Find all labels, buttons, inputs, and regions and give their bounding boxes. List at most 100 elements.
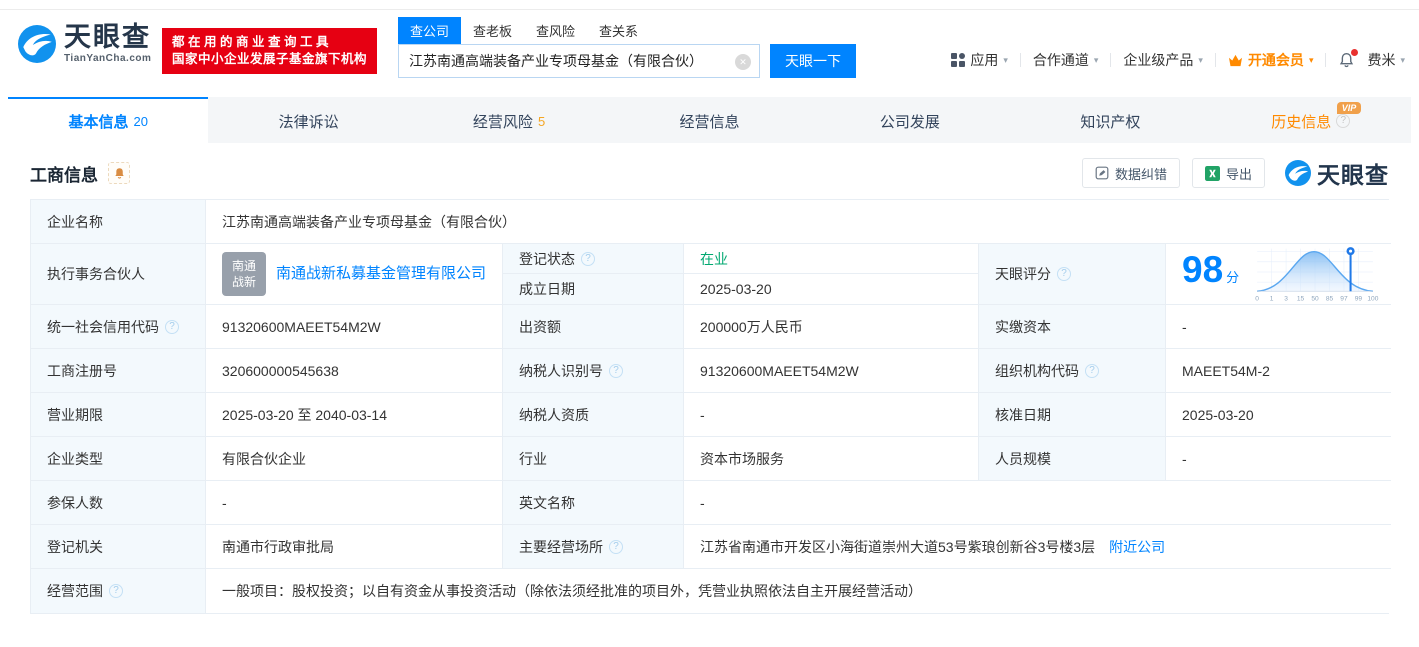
field-value: 2025-03-20 至 2040-03-14 bbox=[206, 393, 503, 437]
watermark-logo: 天眼查 bbox=[1285, 156, 1389, 190]
score-axis: 0 1 3 15 50 85 97 99 100 bbox=[1255, 295, 1378, 302]
monitor-bell-button[interactable] bbox=[108, 162, 130, 184]
search-tab[interactable]: 查老板 bbox=[461, 17, 524, 44]
search-button[interactable]: 天眼一下 bbox=[770, 44, 856, 78]
tab-history[interactable]: 历史信息 VIP? bbox=[1211, 97, 1411, 143]
brand-slogan-banner: 都在用的商业查询工具 国家中小企业发展子基金旗下机构 bbox=[162, 28, 378, 74]
field-value: - bbox=[206, 481, 503, 525]
site-logo[interactable]: 天眼查 TianYanCha.com bbox=[18, 24, 151, 64]
status-badge[interactable]: 在业 bbox=[700, 249, 728, 269]
chevron-down-icon: ▾ bbox=[1308, 54, 1314, 65]
field-label: 人员规模 bbox=[979, 437, 1166, 481]
partner-company-logo: 南通 战新 bbox=[222, 252, 266, 296]
field-label: 统一社会信用代码? bbox=[31, 305, 206, 349]
nav-user-menu[interactable]: 费米 ▾ bbox=[1367, 50, 1405, 70]
search-area: 查公司查老板查风险查关系 ✕ 天眼一下 bbox=[398, 17, 856, 78]
nav-vip-membership[interactable]: 开通会员 ▾ bbox=[1228, 50, 1314, 70]
correction-icon bbox=[1095, 166, 1109, 180]
field-label: 核准日期 bbox=[979, 393, 1166, 437]
nav-cooperation[interactable]: 合作通道 ▾ bbox=[1033, 50, 1099, 70]
field-label: 组织机构代码? bbox=[979, 349, 1166, 393]
nav-divider bbox=[1325, 53, 1327, 67]
tab-development[interactable]: 公司发展 bbox=[810, 97, 1010, 143]
field-value: - bbox=[1166, 437, 1392, 481]
nav-apps-label: 应用 bbox=[970, 52, 999, 68]
tab-operation[interactable]: 经营信息 bbox=[609, 97, 809, 143]
chevron-down-icon: ▾ bbox=[1003, 54, 1008, 65]
notification-dot bbox=[1351, 48, 1359, 56]
section-bar: 工商信息 数据纠错 导出 天眼查 bbox=[30, 157, 1389, 189]
search-tab[interactable]: 查风险 bbox=[524, 17, 587, 44]
field-value: 有限合伙企业 bbox=[206, 437, 503, 481]
tab-legal[interactable]: 法律诉讼 bbox=[208, 97, 408, 143]
tab-basic[interactable]: 基本信息 20 bbox=[8, 97, 209, 143]
field-value: 91320600MAEET54M2W bbox=[684, 349, 979, 393]
info-table: 企业名称 江苏南通高端装备产业专项母基金（有限合伙） 执行事务合伙人 南通 战新… bbox=[30, 199, 1392, 614]
score-value: 98 分 0 1 3 15 50 85 97 99 100 bbox=[1166, 244, 1392, 305]
export-button[interactable]: 导出 bbox=[1191, 158, 1265, 188]
logo-domain-text: TianYanCha.com bbox=[64, 53, 152, 64]
crown-icon bbox=[1228, 54, 1242, 66]
field-label: 登记机关 bbox=[31, 525, 206, 569]
field-label: 营业期限 bbox=[31, 393, 206, 437]
field-value: 江苏省南通市开发区小海街道崇州大道53号紫琅创新谷3号楼3层 附近公司 bbox=[684, 525, 1392, 569]
help-icon[interactable]: ? bbox=[109, 584, 123, 598]
tab-risk[interactable]: 经营风险 5 bbox=[409, 97, 609, 143]
export-label: 导出 bbox=[1225, 166, 1252, 182]
chevron-down-icon: ▾ bbox=[1198, 54, 1203, 65]
help-icon[interactable]: ? bbox=[609, 539, 623, 554]
company-name-label: 企业名称 bbox=[31, 200, 206, 244]
help-icon[interactable]: ? bbox=[165, 319, 179, 334]
nav-apps[interactable]: 应用 ▾ bbox=[951, 50, 1008, 70]
nav-vip-label: 开通会员 bbox=[1247, 52, 1304, 68]
header: 天眼查 TianYanCha.com 都在用的商业查询工具 国家中小企业发展子基… bbox=[0, 10, 1419, 92]
nearby-companies-link[interactable]: 附近公司 bbox=[1109, 537, 1165, 557]
tianyancha-logo-icon bbox=[1285, 160, 1311, 186]
field-value: 320600000545638 bbox=[206, 349, 503, 393]
score-number: 98 bbox=[1182, 249, 1224, 290]
search-tab[interactable]: 查关系 bbox=[587, 17, 650, 44]
page-tabs: 基本信息 20 法律诉讼 经营风险 5 经营信息 公司发展 知识产权 历史信息 VIP? bbox=[8, 97, 1411, 143]
help-icon[interactable]: ? bbox=[1057, 267, 1071, 281]
tab-ip[interactable]: 知识产权 bbox=[1010, 97, 1210, 143]
svg-text:99: 99 bbox=[1355, 295, 1363, 302]
svg-text:0: 0 bbox=[1255, 295, 1259, 302]
field-label: 工商注册号 bbox=[31, 349, 206, 393]
data-correction-label: 数据纠错 bbox=[1114, 166, 1167, 182]
field-label: 企业类型 bbox=[31, 437, 206, 481]
help-icon[interactable]: ? bbox=[1336, 114, 1351, 128]
nav-enterprise-products[interactable]: 企业级产品 ▾ bbox=[1123, 50, 1203, 70]
established-date-value: 2025-03-20 bbox=[700, 281, 772, 297]
status-date-subtable: 登记状态 ? 在业 成立日期 2025-03-20 bbox=[503, 244, 979, 305]
search-tabs: 查公司 查老板 查风险 查关系 bbox=[398, 17, 856, 44]
partner-label: 执行事务合伙人 bbox=[31, 244, 206, 305]
svg-text:1: 1 bbox=[1270, 295, 1274, 302]
help-icon[interactable]: ? bbox=[1085, 363, 1099, 378]
search-input[interactable] bbox=[399, 45, 759, 77]
nav-username: 费米 bbox=[1367, 52, 1396, 68]
established-date-label: 成立日期 bbox=[503, 274, 684, 304]
vip-badge: VIP bbox=[1336, 102, 1362, 114]
score-label: 天眼评分 ? bbox=[979, 244, 1166, 305]
svg-text:3: 3 bbox=[1284, 295, 1288, 302]
section-title: 工商信息 bbox=[30, 165, 98, 185]
field-label: 主要经营场所? bbox=[503, 525, 684, 569]
svg-text:15: 15 bbox=[1297, 295, 1305, 302]
nav-cooperation-label: 合作通道 bbox=[1032, 52, 1089, 68]
registration-status-label: 登记状态 ? bbox=[503, 244, 684, 274]
field-value: MAEET54M-2 bbox=[1166, 349, 1392, 393]
partner-company-link[interactable]: 南通战新私募基金管理有限公司 bbox=[276, 264, 486, 284]
logo-brand-text: 天眼查 bbox=[64, 22, 151, 52]
field-value: - bbox=[684, 393, 979, 437]
apps-grid-icon bbox=[951, 53, 966, 67]
search-tab[interactable]: 查公司 bbox=[398, 17, 462, 44]
registration-status-value: 在业 bbox=[684, 244, 978, 274]
clear-search-icon[interactable]: ✕ bbox=[735, 54, 751, 70]
data-correction-button[interactable]: 数据纠错 bbox=[1081, 158, 1180, 188]
field-value: 2025-03-20 bbox=[1166, 393, 1392, 437]
help-icon[interactable]: ? bbox=[609, 363, 623, 378]
nav-notifications[interactable] bbox=[1338, 48, 1359, 69]
search-box: ✕ bbox=[398, 44, 760, 78]
help-icon[interactable]: ? bbox=[581, 251, 595, 266]
top-divider bbox=[0, 0, 1419, 10]
